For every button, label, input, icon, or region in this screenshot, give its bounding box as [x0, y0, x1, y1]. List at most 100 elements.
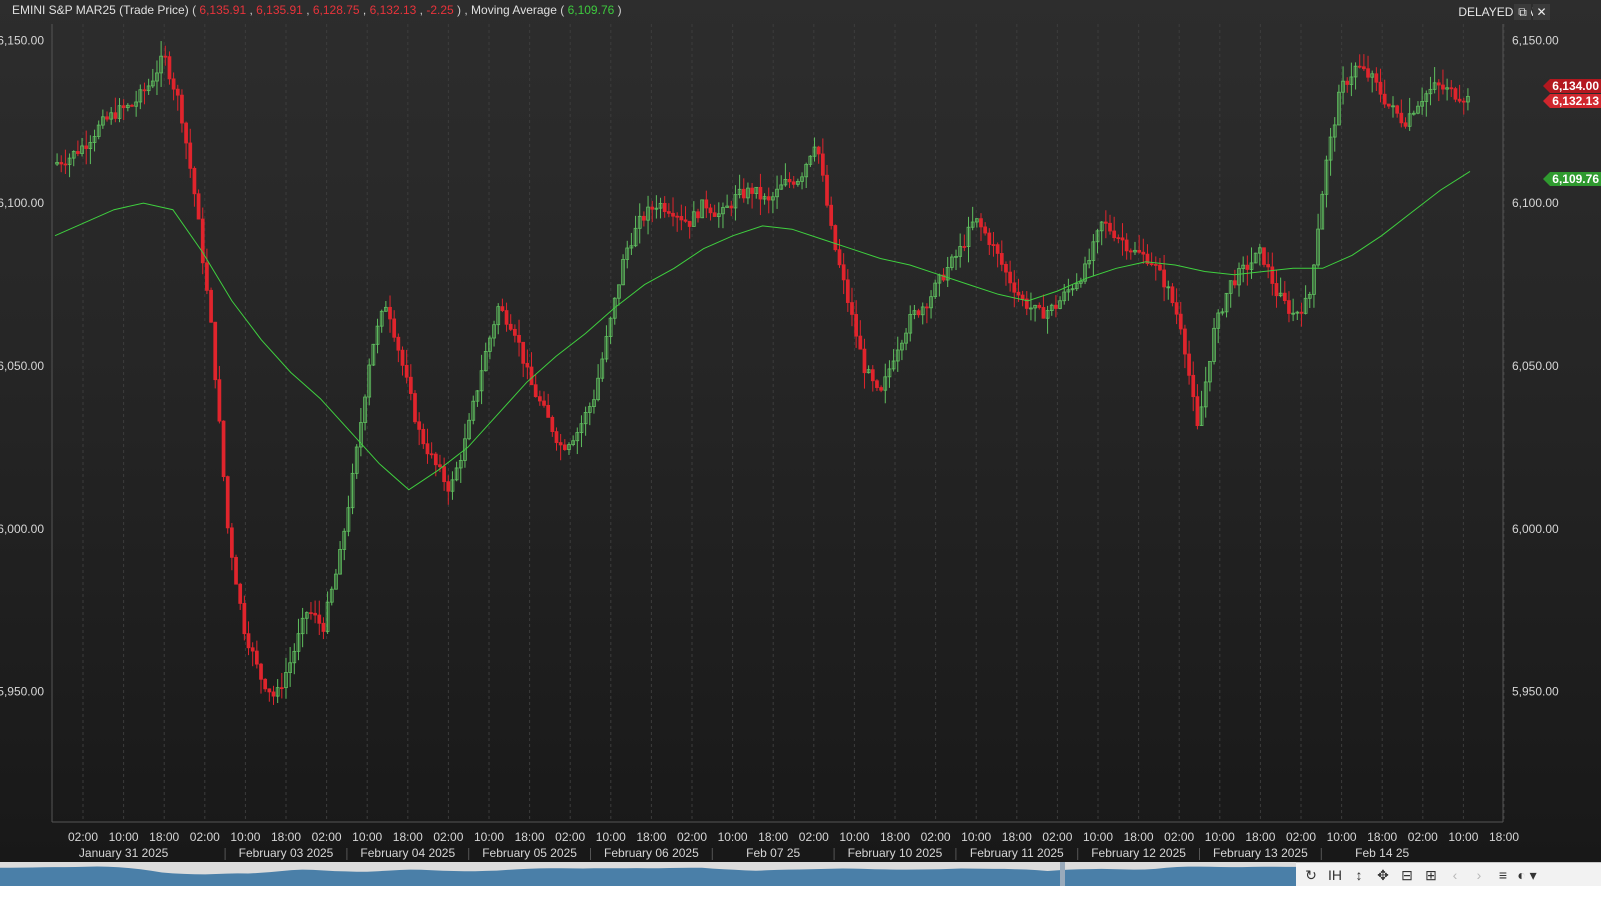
candle-body [991, 244, 996, 246]
low-value: 6,128.75 [312, 3, 360, 17]
candle-body [683, 219, 688, 222]
candle-body [675, 215, 680, 218]
candle-body [1128, 250, 1133, 253]
bottom-strip [0, 886, 1609, 912]
chart-panel[interactable]: 6,150.00 6,150.00 6,100.00 6,100.00 6,050.00… [0, 0, 1609, 868]
zoom-in-icon[interactable]: ⊞ [1420, 865, 1442, 885]
date-label: February 04 2025 [360, 846, 455, 860]
candle-body [850, 302, 854, 315]
candle-body [1366, 68, 1370, 78]
candle-body [1233, 280, 1237, 286]
date-label: February 12 2025 [1091, 846, 1186, 860]
time-tick-label: 18:00 [880, 830, 910, 844]
candle-body [184, 122, 188, 144]
time-tick-label: 10:00 [1448, 830, 1478, 844]
y-tick-label-right: 6,150.00 [1512, 33, 1559, 47]
candle-body [925, 306, 929, 309]
candle-body [679, 215, 684, 221]
date-label: Feb 07 25 [746, 846, 800, 860]
y-tick-label-right: 6,050.00 [1512, 359, 1559, 373]
candle-body [671, 212, 675, 217]
restore-icon[interactable]: ⧉ [1514, 4, 1531, 20]
candle-body [429, 453, 434, 456]
price-chart[interactable]: 6,150.00 6,150.00 6,100.00 6,100.00 6,050.00… [0, 0, 1609, 868]
candle-body [171, 78, 176, 90]
candle-body [76, 151, 80, 154]
candle-body [1120, 237, 1125, 241]
candle-body [230, 527, 234, 558]
time-tick-label: 18:00 [1002, 830, 1032, 844]
time-tick-label: 02:00 [799, 830, 829, 844]
candle-body [130, 104, 134, 107]
candle-body [246, 633, 251, 649]
chart-type-icon[interactable]: IH ▾ [1324, 865, 1346, 903]
y-tick-label-right: 5,950.00 [1512, 685, 1559, 699]
candle-body [121, 105, 126, 109]
palette-icon[interactable]: ◐ ▾ [1516, 865, 1538, 885]
candle-body [1037, 304, 1042, 308]
candle-body [425, 443, 430, 455]
close-icon[interactable]: ✕ [1533, 4, 1550, 20]
candle-body [708, 207, 713, 214]
candle-body [525, 362, 530, 368]
candle-body [758, 186, 763, 200]
candle-body [875, 380, 879, 388]
candle-body [916, 310, 921, 316]
candle-body [105, 116, 109, 120]
candle-body [1020, 294, 1025, 300]
candle-body [1382, 93, 1387, 105]
candle-body [550, 416, 555, 432]
candle-body [388, 306, 392, 320]
candle-body [113, 112, 118, 119]
candle-body [1004, 263, 1008, 273]
candle-body [188, 142, 193, 169]
time-tick-label: 10:00 [596, 830, 626, 844]
candle-body [417, 421, 422, 430]
candle-body [192, 167, 197, 195]
candle-body [542, 400, 546, 406]
candle-body [1191, 374, 1196, 398]
candle-body [1124, 239, 1129, 252]
indicator-value: 6,109.76 [567, 3, 615, 17]
time-tick-label: 10:00 [1327, 830, 1357, 844]
navigator-strip[interactable] [0, 862, 1296, 886]
candle-body [1453, 88, 1458, 100]
candle-body [1054, 304, 1058, 309]
candle-body [500, 306, 505, 311]
candle-body [1158, 264, 1162, 271]
time-tick-label: 10:00 [474, 830, 504, 844]
candle-body [650, 206, 655, 210]
back-icon[interactable]: ‹ [1444, 865, 1466, 885]
menu-icon[interactable]: ≡ [1492, 865, 1514, 885]
time-tick-label: 02:00 [1286, 830, 1316, 844]
zoom-out-icon[interactable]: ⊟ [1396, 865, 1418, 885]
navigator-handle[interactable] [1060, 862, 1065, 886]
date-label: February 06 2025 [604, 846, 699, 860]
candle-body [513, 328, 517, 336]
time-tick-label: 02:00 [555, 830, 585, 844]
forward-icon[interactable]: › [1468, 865, 1490, 885]
candle-body [642, 215, 646, 221]
candle-body [1362, 66, 1366, 70]
candle-body [862, 348, 867, 374]
time-tick-label: 10:00 [230, 830, 260, 844]
candle-body [533, 384, 538, 398]
candle-body [870, 369, 875, 382]
time-tick-label: 02:00 [1042, 830, 1072, 844]
time-tick-label: 02:00 [190, 830, 220, 844]
navigator-overview[interactable] [0, 862, 1296, 886]
candle-body [562, 444, 567, 450]
vertical-zoom-icon[interactable]: ↕ [1348, 865, 1370, 885]
time-tick-label: 02:00 [433, 830, 463, 844]
refresh-icon[interactable]: ↻ [1300, 865, 1322, 885]
y-tick-label-left: 6,150.00 [0, 33, 44, 47]
candle-body [529, 366, 534, 386]
candle-body [196, 193, 201, 220]
candle-body [833, 225, 838, 251]
candle-body [879, 387, 883, 391]
candle-body [221, 420, 226, 478]
date-label: February 11 2025 [970, 846, 1064, 860]
moving-average-line [54, 170, 1471, 491]
pan-icon[interactable]: ✥ [1372, 865, 1394, 885]
candle-body [404, 364, 409, 378]
